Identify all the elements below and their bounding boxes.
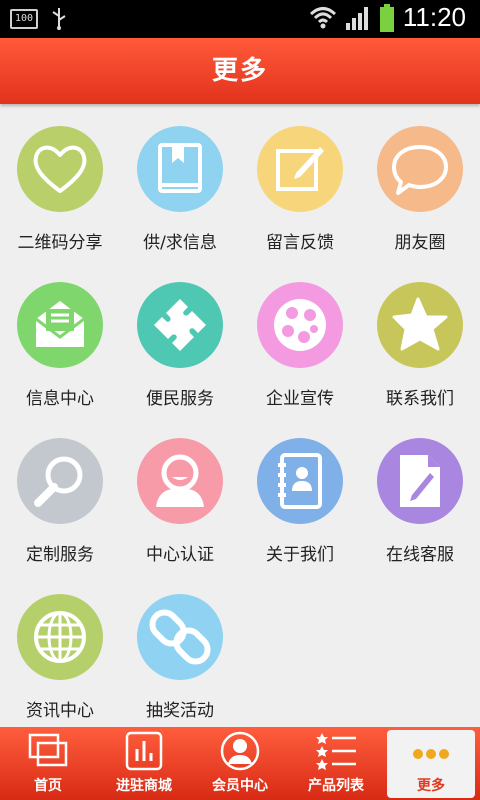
tab-more[interactable]: 更多	[387, 730, 475, 798]
grid-item-certification[interactable]: 中心认证	[120, 416, 240, 566]
grid-item-label: 企业宣传	[266, 389, 334, 409]
tab-label: 进驻商城	[116, 778, 172, 794]
grid-item-label: 在线客服	[386, 545, 454, 565]
puzzle-icon	[154, 299, 206, 351]
tab-label: 首页	[34, 778, 62, 794]
edit-icon	[276, 147, 324, 191]
grid-item-supply-demand[interactable]: 供/求信息	[120, 104, 240, 254]
grid-circle	[377, 438, 463, 524]
grid-item-label: 朋友圈	[394, 233, 446, 253]
status-bar: 100 11:20	[0, 0, 480, 38]
grid-circle	[17, 438, 103, 524]
grid-circle	[137, 594, 223, 680]
grid-circle	[257, 282, 343, 368]
app-header: 更多	[0, 38, 480, 104]
grid-item-info-center[interactable]: 信息中心	[0, 260, 120, 410]
grid-item-label: 信息中心	[26, 389, 94, 409]
grid-item-public-service[interactable]: 便民服务	[120, 260, 240, 410]
more-dots-icon	[413, 749, 449, 759]
grid-circle	[257, 126, 343, 212]
grid-item-label: 定制服务	[26, 545, 94, 565]
user-icon	[156, 454, 204, 507]
grid-circle	[137, 126, 223, 212]
grid-circle	[17, 594, 103, 680]
signal-icon	[345, 6, 368, 30]
page-title: 更多	[211, 56, 268, 86]
book-icon	[158, 143, 202, 193]
grid-circle	[137, 282, 223, 368]
tab-member-center[interactable]: 会员中心	[192, 727, 288, 800]
grid-circle	[257, 438, 343, 524]
grid-circle	[377, 282, 463, 368]
link-icon	[149, 609, 211, 665]
magnifier-icon	[34, 456, 83, 507]
grid-item-about-us[interactable]: 关于我们	[240, 416, 360, 566]
globe-icon	[34, 611, 86, 663]
grid-item-label: 关于我们	[266, 545, 334, 565]
grid-item-promotion[interactable]: 企业宣传	[240, 260, 360, 410]
grid-item-lottery[interactable]: 抽奖活动	[120, 572, 240, 722]
grid-item-label: 抽奖活动	[146, 701, 214, 721]
heart-icon	[33, 145, 87, 193]
clock: 11:20	[402, 2, 466, 32]
grid-item-label: 供/求信息	[143, 233, 217, 253]
grid-item-label: 二维码分享	[17, 233, 103, 253]
contacts-icon	[278, 453, 322, 509]
grid-item-label: 留言反馈	[266, 233, 334, 253]
battery-small-icon: 100	[10, 9, 38, 29]
grid-item-news-center[interactable]: 资讯中心	[0, 572, 120, 722]
tab-product-list[interactable]: 产品列表	[288, 727, 384, 800]
mail-icon	[35, 301, 85, 347]
star-icon	[392, 297, 448, 351]
tab-label: 会员中心	[212, 778, 268, 794]
grid-circle	[17, 282, 103, 368]
member-icon	[220, 731, 260, 771]
grid-item-feedback[interactable]: 留言反馈	[240, 104, 360, 254]
grid-item-online-support[interactable]: 在线客服	[360, 416, 480, 566]
grid-item-moments[interactable]: 朋友圈	[360, 104, 480, 254]
grid-item-label: 中心认证	[146, 545, 214, 565]
tab-label: 更多	[417, 778, 445, 794]
tab-label: 产品列表	[308, 778, 364, 794]
bottom-tab-bar: 首页 进驻商城 会员中心 产品列表 更多	[0, 727, 480, 800]
chat-bubble-icon	[392, 145, 448, 195]
grid-item-custom-service[interactable]: 定制服务	[0, 416, 120, 566]
wifi-icon	[309, 6, 336, 28]
grid-item-contact-us[interactable]: 联系我们	[360, 260, 480, 410]
document-edit-icon	[400, 455, 440, 507]
grid-item-label: 便民服务	[146, 389, 214, 409]
bar-chart-icon	[125, 731, 163, 771]
battery-icon	[379, 3, 394, 32]
grid-circle	[137, 438, 223, 524]
grid-item-qr-share[interactable]: 二维码分享	[0, 104, 120, 254]
grid-circle	[377, 126, 463, 212]
grid-item-label: 资讯中心	[26, 701, 94, 721]
film-reel-icon	[274, 299, 326, 351]
tab-home[interactable]: 首页	[0, 727, 96, 800]
tab-mall[interactable]: 进驻商城	[96, 727, 192, 800]
usb-icon	[52, 8, 66, 30]
grid-circle	[17, 126, 103, 212]
star-list-icon	[316, 733, 356, 770]
grid-item-label: 联系我们	[386, 389, 454, 409]
layers-icon	[28, 733, 68, 767]
